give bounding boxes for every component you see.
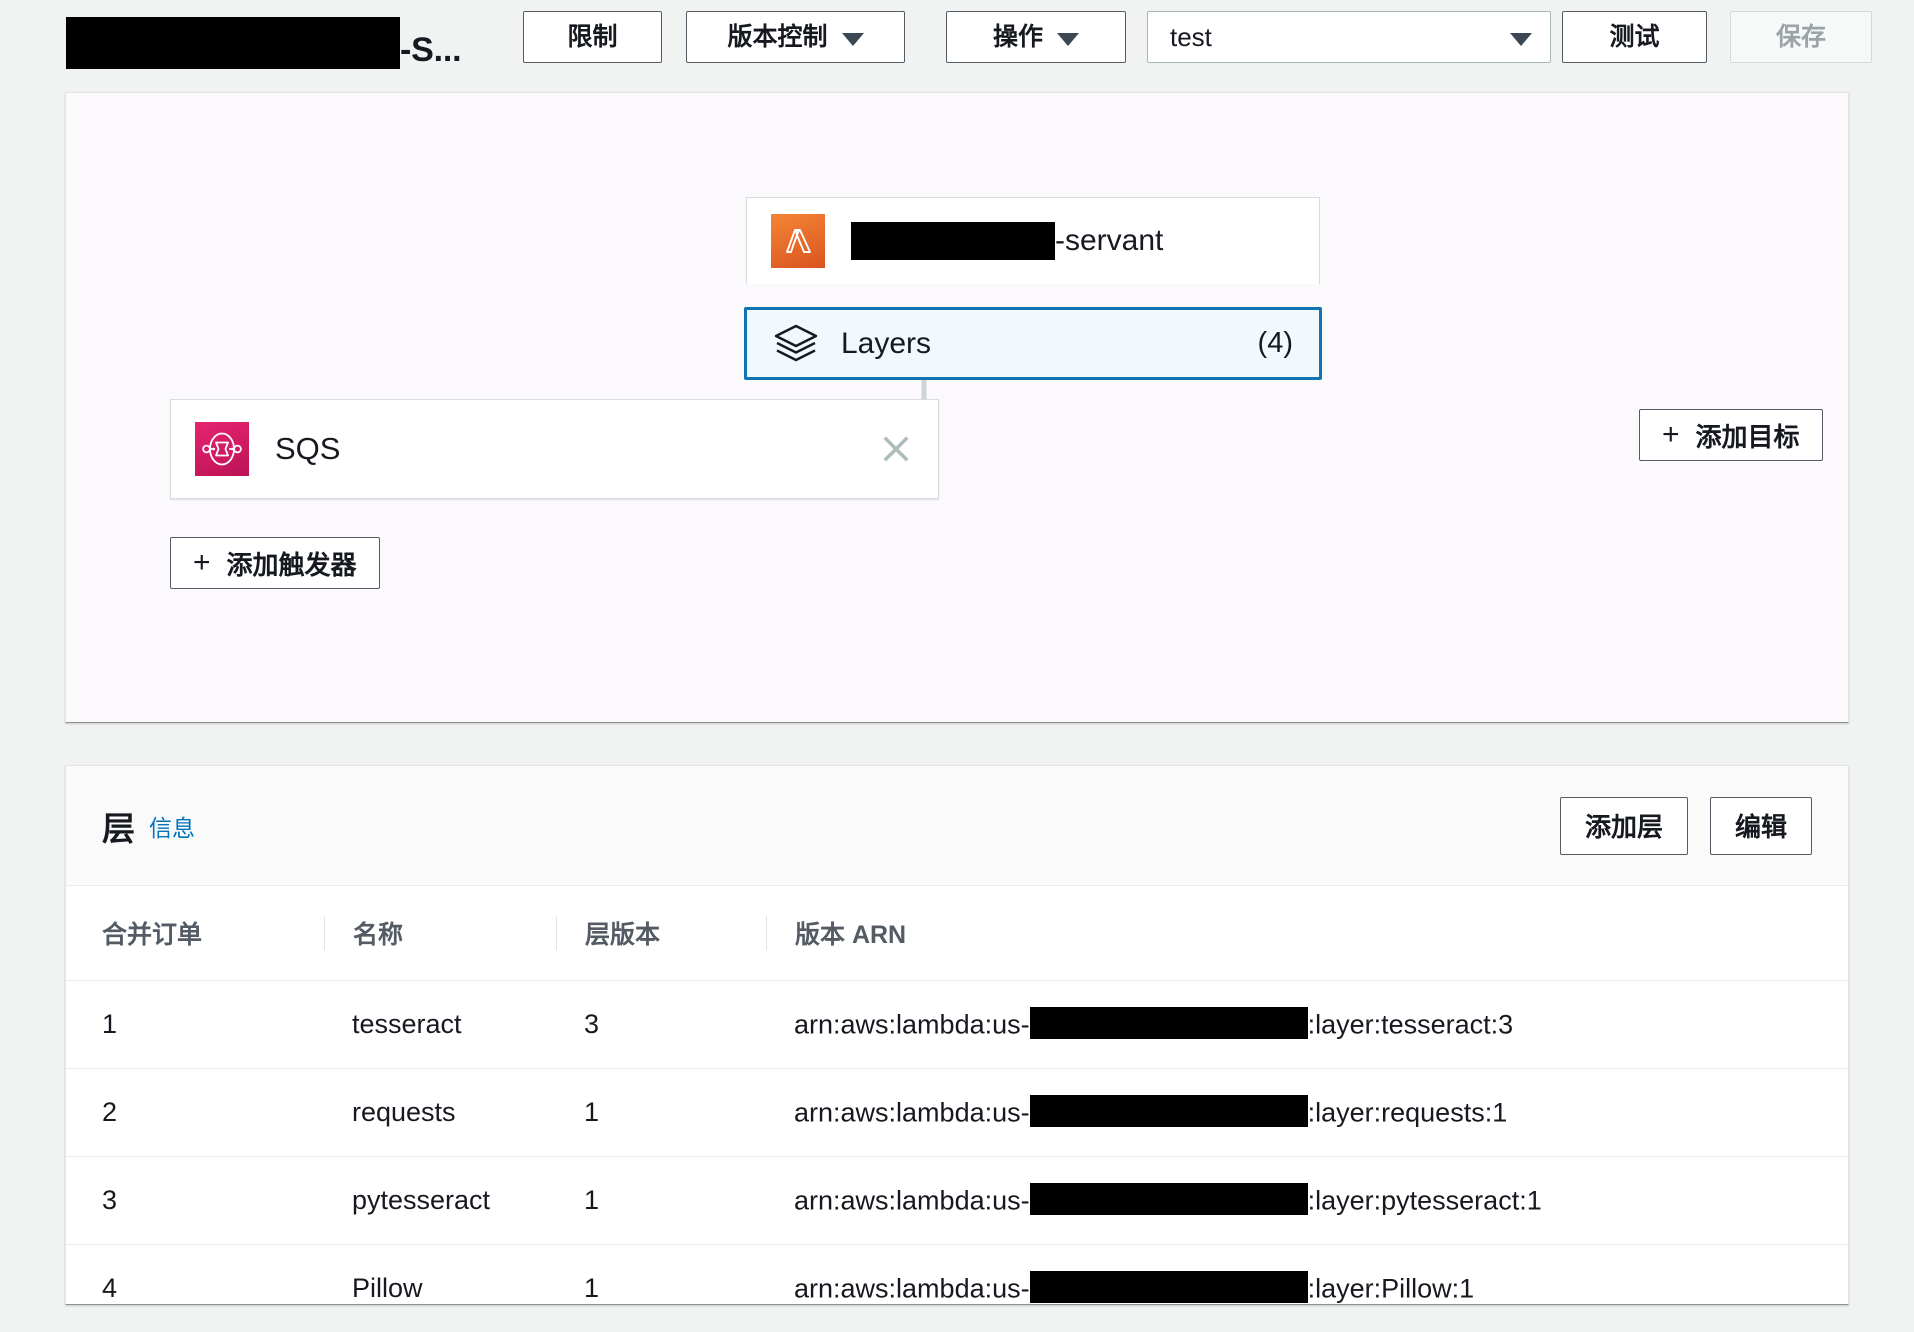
layers-table-body: 1 tesseract 3 arn:aws:lambda:us- :layer:t… <box>66 980 1848 1332</box>
redacted-lambda-function-name <box>851 222 1055 260</box>
page-title: -S... <box>66 9 462 70</box>
cell-version-arn: arn:aws:lambda:us- :layer:tesseract:3 <box>766 980 1848 1069</box>
redacted-function-name <box>66 17 400 69</box>
column-header-merge-order-label: 合并订单 <box>102 921 203 949</box>
aws-lambda-icon <box>771 214 825 268</box>
chevron-down-icon <box>1057 32 1079 46</box>
edit-layers-button[interactable]: 编辑 <box>1709 796 1812 855</box>
close-icon[interactable] <box>880 433 912 465</box>
arn-suffix: :layer:tesseract:3 <box>1307 1009 1514 1040</box>
aws-sqs-icon <box>195 422 249 476</box>
layers-panel-header: 层 信息 添加层 编辑 <box>66 766 1848 886</box>
arn-suffix: :layer:requests:1 <box>1307 1097 1508 1128</box>
cell-merge-order: 2 <box>66 1068 324 1157</box>
column-header-name-label: 名称 <box>353 921 404 949</box>
column-header-version-arn-label: 版本 ARN <box>795 921 907 949</box>
table-row[interactable]: 3 pytesseract 1 arn:aws:lambda:us- :layer… <box>66 1156 1848 1245</box>
add-trigger-button-label: 添加触发器 <box>226 549 357 580</box>
test-event-select-value: test <box>1170 21 1212 52</box>
version-control-button-label: 版本控制 <box>727 22 828 51</box>
cell-name: Pillow <box>352 1272 423 1303</box>
test-event-select[interactable]: test <box>1147 11 1551 63</box>
layers-panel: 层 信息 添加层 编辑 合并订单 名称 层版本 版本 ARN 1 tessera… <box>65 765 1849 1305</box>
cell-layer-version: 1 <box>584 1272 600 1303</box>
plus-icon: + <box>193 546 211 579</box>
actions-button-label: 操作 <box>992 22 1043 51</box>
arn-suffix: :layer:Pillow:1 <box>1307 1273 1475 1303</box>
sqs-trigger-label: SQS <box>275 431 341 466</box>
redacted-account-region <box>1029 1094 1308 1127</box>
lambda-function-node[interactable]: -servant <box>746 197 1320 284</box>
lambda-function-node-row: -servant <box>747 198 1319 284</box>
table-row[interactable]: 2 requests 1 arn:aws:lambda:us- :layer:re… <box>66 1068 1848 1157</box>
version-control-button[interactable]: 版本控制 <box>686 11 905 63</box>
chevron-down-icon <box>1510 32 1532 46</box>
cell-version-arn: arn:aws:lambda:us- :layer:requests:1 <box>766 1068 1848 1157</box>
throttle-button-label: 限制 <box>567 22 618 51</box>
arn-prefix: arn:aws:lambda:us- <box>794 1273 1030 1303</box>
cell-name: pytesseract <box>324 1156 556 1245</box>
arn-prefix: arn:aws:lambda:us- <box>794 1185 1030 1216</box>
redacted-account-region <box>1029 1182 1308 1215</box>
arn-prefix: arn:aws:lambda:us- <box>794 1009 1030 1040</box>
arn-suffix: :layer:pytesseract:1 <box>1307 1185 1542 1216</box>
layers-stack-icon <box>773 323 819 365</box>
table-header-row: 合并订单 名称 层版本 版本 ARN <box>66 886 1848 981</box>
function-diagram-panel: -servant Layers (4) SQS + 添加触发器 + 添加目标 <box>65 92 1849 723</box>
layers-table: 合并订单 名称 层版本 版本 ARN 1 tesseract 3 arn:aws… <box>66 886 1848 1332</box>
table-row[interactable]: 4 Pillow 1 arn:aws:lambda:us- :layer:Pill… <box>66 1244 1848 1331</box>
layers-node[interactable]: Layers (4) <box>744 307 1322 380</box>
column-header-version-arn[interactable]: 版本 ARN <box>766 886 1848 981</box>
redacted-account-region <box>1029 1006 1308 1039</box>
cell-layer-version: 3 <box>556 980 766 1069</box>
table-row[interactable]: 1 tesseract 3 arn:aws:lambda:us- :layer:t… <box>66 980 1848 1069</box>
lambda-function-name-suffix: -servant <box>1055 224 1164 257</box>
cell-version-arn: arn:aws:lambda:us- :layer:Pillow:1 <box>766 1244 1848 1331</box>
column-header-layer-version-label: 层版本 <box>585 921 661 949</box>
add-layer-button[interactable]: 添加层 <box>1559 796 1688 855</box>
test-button[interactable]: 测试 <box>1562 11 1707 63</box>
cell-merge-order: 1 <box>66 980 324 1069</box>
cell-name: requests <box>324 1068 556 1157</box>
column-header-merge-order[interactable]: 合并订单 <box>66 886 324 981</box>
throttle-button[interactable]: 限制 <box>523 11 662 63</box>
cell-merge-order: 4 <box>102 1272 118 1303</box>
add-target-button-label: 添加目标 <box>1695 421 1800 452</box>
test-button-label: 测试 <box>1609 22 1660 51</box>
column-header-layer-version[interactable]: 层版本 <box>556 886 766 981</box>
layers-node-count: (4) <box>1257 327 1293 359</box>
arn-prefix: arn:aws:lambda:us- <box>794 1097 1030 1128</box>
sqs-trigger-card[interactable]: SQS <box>170 399 939 499</box>
top-toolbar: -S... 限制 版本控制 操作 test 测试 保存 <box>0 0 1914 85</box>
plus-icon: + <box>1662 418 1680 451</box>
cell-layer-version: 1 <box>556 1068 766 1157</box>
cell-layer-version: 1 <box>556 1156 766 1245</box>
layers-table-head: 合并订单 名称 层版本 版本 ARN <box>66 886 1848 981</box>
cell-name: tesseract <box>324 980 556 1069</box>
add-target-button[interactable]: + 添加目标 <box>1639 409 1823 461</box>
lambda-function-node-label: -servant <box>851 222 1163 260</box>
info-link[interactable]: 信息 <box>149 809 195 843</box>
layers-node-label: Layers <box>841 326 932 360</box>
column-header-name[interactable]: 名称 <box>324 886 556 981</box>
cell-merge-order: 3 <box>66 1156 324 1245</box>
add-trigger-button[interactable]: + 添加触发器 <box>170 537 380 589</box>
redacted-account-region <box>1029 1270 1308 1303</box>
chevron-down-icon <box>841 32 864 46</box>
save-button[interactable]: 保存 <box>1730 11 1872 63</box>
actions-button[interactable]: 操作 <box>946 11 1126 63</box>
save-button-label: 保存 <box>1775 22 1826 51</box>
page-title-suffix: -S... <box>400 31 462 69</box>
layers-panel-title: 层 <box>102 809 135 847</box>
cell-version-arn: arn:aws:lambda:us- :layer:pytesseract:1 <box>766 1156 1848 1245</box>
